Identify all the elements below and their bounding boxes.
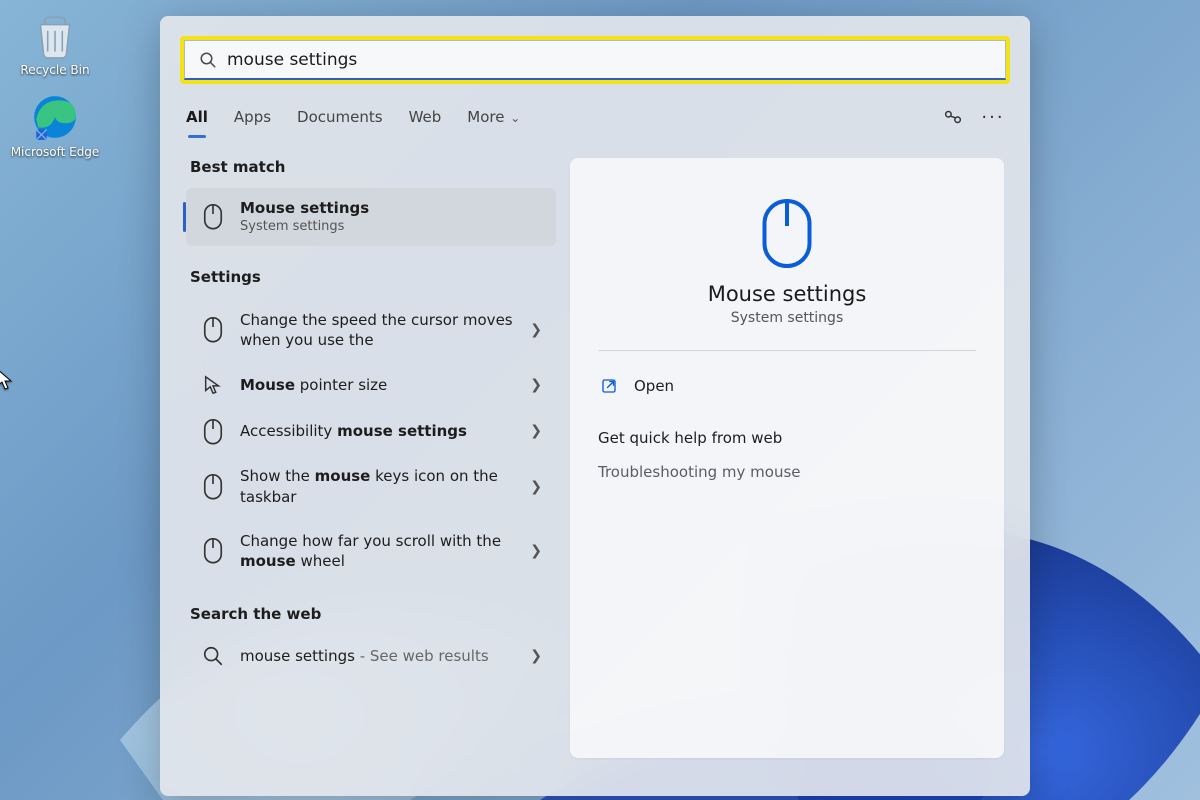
tab-more-label: More <box>467 108 504 126</box>
connected-devices-icon[interactable] <box>942 106 964 128</box>
mouse-cursor-icon <box>0 368 14 392</box>
open-label: Open <box>634 377 674 395</box>
result-text: Accessibility mouse settings <box>240 421 514 441</box>
search-filter-row: All Apps Documents Web More ⌄ ··· <box>160 102 1030 132</box>
chevron-right-icon: ❯ <box>530 648 542 664</box>
mouse-icon <box>202 476 224 498</box>
result-pointer-size[interactable]: Mouse pointer size ❯ <box>186 362 556 408</box>
preview-title: Mouse settings <box>598 282 976 306</box>
result-web-search[interactable]: mouse settings - See web results ❯ <box>186 635 556 677</box>
search-icon <box>202 645 224 667</box>
result-text: Mouse pointer size <box>240 375 514 395</box>
result-cursor-speed[interactable]: Change the speed the cursor moves when y… <box>186 298 556 363</box>
result-subtitle: System settings <box>240 218 542 236</box>
chevron-right-icon: ❯ <box>530 479 542 495</box>
edge-icon <box>30 92 80 142</box>
start-search-panel: All Apps Documents Web More ⌄ ··· Best m… <box>160 16 1030 796</box>
search-input[interactable] <box>227 50 991 70</box>
section-best-match: Best match <box>190 158 552 176</box>
tab-web[interactable]: Web <box>409 102 442 132</box>
result-accessibility-mouse[interactable]: Accessibility mouse settings ❯ <box>186 408 556 454</box>
desktop: Recycle Bin Microsoft Edge All App <box>0 0 1200 800</box>
open-action[interactable]: Open <box>598 369 976 403</box>
preview-subtitle: System settings <box>598 310 976 326</box>
tab-all[interactable]: All <box>186 102 208 132</box>
chevron-down-icon: ⌄ <box>506 111 520 125</box>
section-settings: Settings <box>190 268 552 286</box>
help-heading: Get quick help from web <box>598 429 976 447</box>
section-search-web: Search the web <box>190 605 552 623</box>
result-title: Mouse settings <box>240 198 542 218</box>
result-text: Change the speed the cursor moves when y… <box>240 310 514 351</box>
divider <box>598 350 976 351</box>
mouse-icon <box>202 420 224 442</box>
desktop-icon-label: Recycle Bin <box>10 64 100 78</box>
more-options-icon[interactable]: ··· <box>982 106 1004 128</box>
mouse-icon <box>757 196 817 268</box>
search-bar[interactable] <box>184 40 1006 80</box>
pointer-icon <box>202 374 224 396</box>
tab-documents[interactable]: Documents <box>297 102 383 132</box>
desktop-icon-edge[interactable]: Microsoft Edge <box>10 92 100 160</box>
result-text: Change how far you scroll with the mouse… <box>240 531 514 572</box>
result-scroll-wheel[interactable]: Change how far you scroll with the mouse… <box>186 519 556 584</box>
mouse-icon <box>202 319 224 341</box>
mouse-icon <box>202 206 224 228</box>
result-mouse-keys-taskbar[interactable]: Show the mouse keys icon on the taskbar … <box>186 454 556 519</box>
chevron-right-icon: ❯ <box>530 377 542 393</box>
results-column: Best match Mouse settings System setting… <box>186 158 556 758</box>
chevron-right-icon: ❯ <box>530 322 542 338</box>
result-text: Show the mouse keys icon on the taskbar <box>240 466 514 507</box>
chevron-right-icon: ❯ <box>530 543 542 559</box>
result-text: mouse settings - See web results <box>240 646 514 666</box>
open-external-icon <box>600 377 618 395</box>
tab-more[interactable]: More ⌄ <box>467 102 520 132</box>
result-best-match[interactable]: Mouse settings System settings <box>186 188 556 246</box>
mouse-icon <box>202 540 224 562</box>
desktop-icon-recycle-bin[interactable]: Recycle Bin <box>10 10 100 78</box>
recycle-bin-icon <box>30 10 80 60</box>
search-icon <box>199 51 217 69</box>
help-link-troubleshoot[interactable]: Troubleshooting my mouse <box>598 463 976 481</box>
search-bar-highlight <box>180 36 1010 84</box>
tab-apps[interactable]: Apps <box>234 102 271 132</box>
desktop-icon-label: Microsoft Edge <box>10 146 100 160</box>
chevron-right-icon: ❯ <box>530 423 542 439</box>
preview-pane: Mouse settings System settings Open Get … <box>570 158 1004 758</box>
